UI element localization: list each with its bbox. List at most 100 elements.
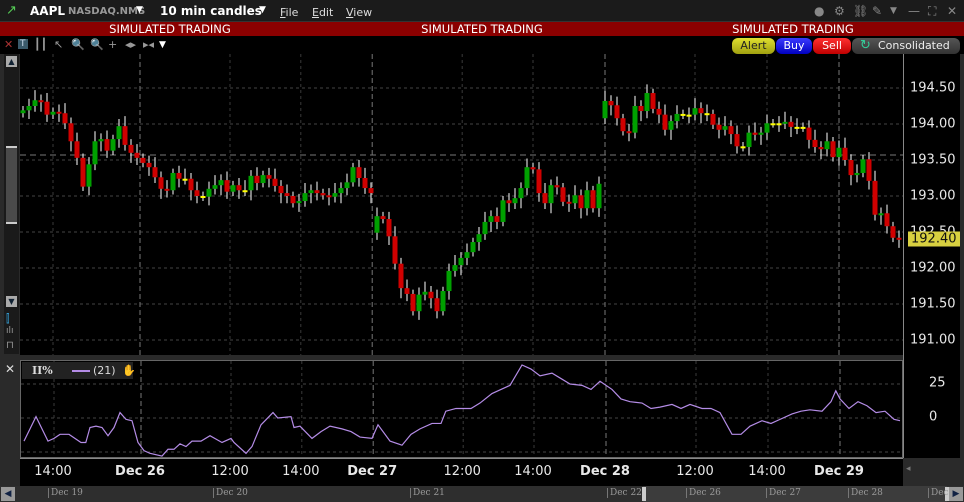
candle-body <box>764 123 770 133</box>
scroll-thumb[interactable] <box>6 146 17 224</box>
crosshair-cursor-icon[interactable]: ⫿ <box>6 312 10 326</box>
candle-body <box>218 180 224 186</box>
close-indicator-icon[interactable]: ✕ <box>5 362 15 376</box>
navigator-left-handle[interactable] <box>642 487 646 501</box>
candle-body <box>596 183 602 209</box>
indicator-pane[interactable]: II% (21) ✋ <box>20 360 903 502</box>
candle-body <box>806 127 812 140</box>
candle-body <box>20 110 26 114</box>
candle-body <box>176 172 182 179</box>
price-chart[interactable] <box>20 54 903 454</box>
menu-view[interactable]: View <box>346 6 372 19</box>
compress-icon[interactable]: ▸◂ <box>143 38 154 51</box>
candle-body <box>752 132 758 135</box>
navigator-right-arrow-icon[interactable]: ▶ <box>949 487 963 501</box>
candle-body <box>206 188 212 197</box>
lock-icon[interactable]: ⊓ <box>6 340 14 351</box>
chat-icon[interactable]: ● <box>814 4 824 18</box>
zoom-out-icon[interactable]: 🔍 <box>90 38 104 51</box>
menu-file[interactable]: File <box>280 6 298 19</box>
time-tick-label: 14:00 <box>748 464 786 479</box>
indicator-tick-label: 0 <box>929 409 938 425</box>
candle-body <box>374 216 380 233</box>
symbol-dropdown-icon[interactable]: ▼ <box>136 5 143 15</box>
consolidated-button[interactable]: ↻ Consolidated <box>852 38 960 54</box>
close-icon[interactable]: ✕ <box>947 4 957 18</box>
candle-body <box>386 219 392 237</box>
candle-body <box>788 121 794 127</box>
time-tick-label: 12:00 <box>676 464 714 479</box>
candle-body <box>332 193 338 197</box>
price-axis[interactable]: 194.50194.00193.50193.00192.50192.00191.… <box>903 54 960 458</box>
alert-button[interactable]: Alert <box>732 38 775 54</box>
interval-dropdown-icon[interactable]: ▼ <box>259 5 266 15</box>
time-tick-label: 12:00 <box>211 464 249 479</box>
candle-body <box>92 141 98 165</box>
candle-body <box>278 185 284 194</box>
scroll-down-icon[interactable]: ▼ <box>6 296 17 307</box>
maximize-icon[interactable]: ⛶ <box>928 4 936 19</box>
time-axis[interactable]: 14:00 Dec 26 12:00 14:00 Dec 27 12:00 14:00 Dec… <box>20 458 903 486</box>
candle-body <box>194 190 200 196</box>
candle-body <box>854 172 860 176</box>
vertical-scrollbar[interactable]: ▲ ▼ ⫿ ılı ⊓ <box>4 54 19 354</box>
candle-body <box>266 175 272 179</box>
volume-bars-icon[interactable]: ılı <box>6 326 14 336</box>
options-dropdown-icon[interactable]: ▼ <box>890 6 897 16</box>
axis-arrow-icon[interactable]: ◂ <box>906 464 911 474</box>
candle-body <box>98 139 104 142</box>
price-tick-label: 191.50 <box>910 296 956 312</box>
scroll-up-icon[interactable]: ▲ <box>6 56 17 67</box>
pointer-tool-icon[interactable]: ↖ <box>54 38 63 51</box>
candle-body <box>80 157 86 187</box>
candle-body <box>62 113 68 124</box>
exchange[interactable]: NASDAQ.NMS <box>68 6 145 17</box>
navigator-date-label: Dec 21 <box>410 488 445 498</box>
candle-body <box>584 190 590 209</box>
date-navigator[interactable]: ◀ ▶ Dec 19 Dec 20 Dec 21 Dec 22 Dec 26 Dec 27… <box>0 486 964 502</box>
candle-body <box>506 200 512 204</box>
symbol[interactable]: AAPL <box>30 4 65 18</box>
crosshair-icon[interactable]: + <box>108 38 117 51</box>
candle-body <box>356 167 362 178</box>
candle-body <box>440 291 446 312</box>
candle-body <box>446 270 452 292</box>
candle-body <box>530 167 536 170</box>
candle-body <box>74 141 80 158</box>
candle-body <box>674 113 680 122</box>
interval-selector[interactable]: 10 min candles <box>160 4 262 18</box>
gear-icon[interactable]: ⚙ <box>834 4 845 18</box>
candle-body <box>884 213 890 227</box>
sell-button[interactable]: Sell <box>813 38 851 54</box>
candle-body <box>302 193 308 202</box>
buy-button[interactable]: Buy <box>776 38 812 54</box>
candle-body <box>626 131 632 134</box>
navigator-left-arrow-icon[interactable]: ◀ <box>1 487 15 501</box>
expand-icon[interactable]: ◂▸ <box>125 38 136 51</box>
candle-body <box>656 108 662 115</box>
ii-percent-line <box>23 364 901 457</box>
candle-body <box>320 193 326 196</box>
text-tool-icon[interactable]: T <box>18 39 28 49</box>
settings-hand-icon[interactable]: ✋ <box>122 362 136 379</box>
candle-body <box>212 185 218 189</box>
toolbar-dropdown-icon[interactable]: ▼ <box>159 40 166 50</box>
close-panel-icon[interactable]: ✕ <box>4 38 13 51</box>
price-tick-label: 191.00 <box>910 332 956 348</box>
candle-body <box>758 132 764 135</box>
bar-style-icon[interactable]: ┃┃ <box>34 38 47 51</box>
time-tick-label: Dec 26 <box>115 464 165 479</box>
candle-body <box>128 144 134 153</box>
candle-body <box>200 196 206 198</box>
candle-body <box>380 216 386 220</box>
navigator-date-label: Dec 28 <box>848 488 883 498</box>
candle-body <box>662 114 668 130</box>
menu-edit[interactable]: Edit <box>312 6 333 19</box>
candle-body <box>512 198 518 204</box>
zoom-in-icon[interactable]: 🔍 <box>71 38 85 51</box>
candle-body <box>818 147 824 150</box>
minimize-icon[interactable]: — <box>908 4 920 18</box>
indicator-legend[interactable]: II% (21) ✋ <box>22 362 136 379</box>
pin-icon[interactable]: ✎ <box>872 4 882 18</box>
link-icon[interactable]: ⛓ <box>853 4 868 18</box>
